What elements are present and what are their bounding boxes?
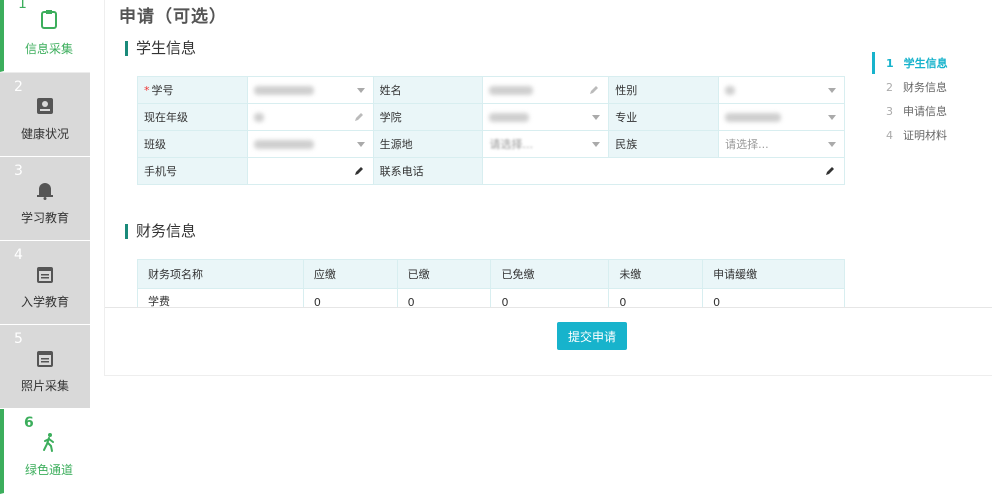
- step-number: 4: [14, 247, 23, 263]
- step-label: 照片采集: [20, 379, 69, 393]
- step-number: 2: [14, 79, 23, 95]
- walking-icon: [43, 433, 54, 452]
- anchor-item-application-info[interactable]: 3 申请信息: [872, 100, 982, 124]
- step-enrollment[interactable]: 4 入学教育: [0, 241, 90, 325]
- id-card-icon: [37, 98, 53, 114]
- table-cell: 学费: [137, 288, 304, 307]
- calendar-icon: [37, 351, 53, 367]
- table-cell: 0: [490, 288, 610, 307]
- step-number: 1: [18, 0, 27, 12]
- table-row: 学费 0 0 0 0 0: [137, 288, 845, 307]
- step-learning[interactable]: 3 学习教育: [0, 157, 90, 241]
- table-cell: 0: [608, 288, 704, 307]
- column-header: 未缴: [608, 259, 704, 289]
- step-number: 3: [14, 163, 23, 179]
- table-cell: 0: [396, 288, 492, 307]
- column-header: 应缴: [302, 259, 398, 289]
- table-header-row: 财务项名称 应缴 已缴 已免缴 未缴 申请缓缴: [137, 259, 845, 289]
- column-header: 财务项名称: [137, 259, 304, 289]
- calendar-icon: [37, 267, 53, 283]
- step-photo[interactable]: 5 照片采集: [0, 325, 90, 409]
- step-label: 入学教育: [20, 295, 69, 309]
- column-header: 申请缓缴: [702, 259, 845, 289]
- step-number: 6: [24, 415, 34, 431]
- bell-icon: [37, 183, 53, 200]
- step-info-collect[interactable]: 1 信息采集: [0, 0, 90, 72]
- main-panel: 申请（可选） 学生信息 * 学号 姓名 性别 现在年级 学院 专业 班级 生源地 …: [104, 0, 992, 376]
- column-header: 已免缴: [490, 259, 610, 289]
- anchor-item-finance-info[interactable]: 2 财务信息: [872, 76, 982, 100]
- step-number: 5: [14, 331, 23, 347]
- divider: [105, 307, 992, 308]
- step-label: 信息采集: [24, 42, 73, 56]
- table-cell: 0: [702, 288, 845, 307]
- anchor-nav: 1 学生信息 2 财务信息 3 申请信息 4 证明材料: [872, 52, 982, 148]
- anchor-item-student-info[interactable]: 1 学生信息: [872, 52, 982, 76]
- finance-table: 财务项名称 应缴 已缴 已免缴 未缴 申请缓缴 学费 0 0 0 0 0: [137, 259, 845, 307]
- step-label: 学习教育: [20, 211, 69, 225]
- anchor-item-supporting-docs[interactable]: 4 证明材料: [872, 124, 982, 148]
- finance-scroll-area[interactable]: 财务项名称 应缴 已缴 已免缴 未缴 申请缓缴 学费 0 0 0 0 0: [105, 0, 992, 307]
- column-header: 已缴: [396, 259, 492, 289]
- submit-application-button[interactable]: 提交申请: [557, 322, 627, 350]
- table-cell: 0: [302, 288, 398, 307]
- step-health[interactable]: 2 健康状况: [0, 73, 90, 157]
- step-rail: 1 信息采集 2 健康状况 3 学习教育 4 入学教育 5 照片采集 6 绿色通…: [0, 0, 90, 494]
- step-green-channel[interactable]: 6 绿色通道: [0, 409, 90, 494]
- clipboard-icon: [41, 10, 57, 29]
- step-label: 绿色通道: [24, 463, 73, 477]
- step-label: 健康状况: [20, 127, 69, 141]
